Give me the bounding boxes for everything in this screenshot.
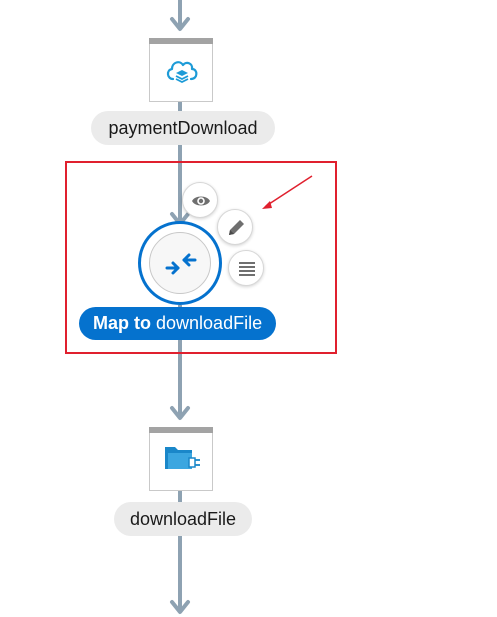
cloud-layers-icon	[164, 55, 200, 94]
map-arrows-icon	[165, 253, 197, 275]
map-label-prefix: Map to	[93, 313, 151, 333]
node-header-bar	[149, 38, 213, 44]
pencil-icon	[229, 220, 244, 235]
node-header-bar	[149, 427, 213, 433]
edit-button[interactable]	[217, 209, 253, 245]
details-button[interactable]	[228, 250, 264, 286]
view-button[interactable]	[182, 182, 218, 218]
integration-canvas: paymentDownload Map to downloadFile down…	[0, 0, 497, 617]
lines-icon	[239, 262, 255, 276]
map-label-target: downloadFile	[156, 313, 263, 333]
map-node-label: Map to downloadFile	[79, 307, 277, 340]
map-node-inner	[149, 232, 211, 294]
eye-icon	[192, 196, 210, 206]
map-node[interactable]	[138, 221, 222, 305]
download-file-node[interactable]	[149, 427, 213, 491]
payment-download-node[interactable]	[149, 38, 213, 102]
payment-download-label: paymentDownload	[91, 111, 275, 145]
folder-plug-icon	[162, 443, 202, 482]
download-file-label: downloadFile	[114, 502, 252, 536]
